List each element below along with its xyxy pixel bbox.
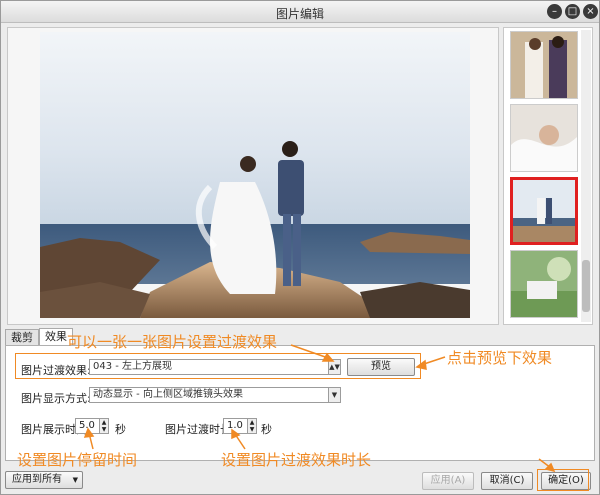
annotation-transition-duration: 设置图片过渡效果时长: [221, 451, 372, 469]
thumbnail-list: [503, 27, 593, 325]
annotation-one-by-one: 可以一张一张图片设置过渡效果: [67, 333, 278, 351]
window-title: 图片编辑: [275, 7, 324, 21]
minimize-icon[interactable]: –: [547, 4, 562, 19]
apply-to-all-label: 应用到所有: [12, 474, 62, 485]
annotation-preview: 点击预览下效果: [447, 349, 553, 367]
display-time-stepper[interactable]: 5.0 ▲ ▼: [75, 418, 109, 434]
thumbnail-scrollbar[interactable]: [581, 30, 591, 322]
annotation-stay-time: 设置图片停留时间: [17, 451, 138, 469]
transition-time-value: 1.0: [227, 420, 243, 431]
title-bar: 图片编辑 – □ ×: [1, 1, 599, 23]
photo-edit-window: 图片编辑 – □ × 裁剪 效果 图片过渡效果: 043 - 左上方展现 ▲▼ …: [0, 0, 600, 495]
chevron-down-icon: ▼: [72, 476, 78, 484]
maximize-icon[interactable]: □: [565, 4, 580, 19]
tab-crop[interactable]: 裁剪: [5, 329, 39, 346]
thumbnail-4[interactable]: [510, 250, 578, 318]
transition-highlight-box: [15, 353, 421, 379]
cancel-button[interactable]: 取消(C): [481, 472, 533, 490]
apply-button[interactable]: 应用(A): [422, 472, 474, 490]
transition-time-unit: 秒: [261, 423, 272, 436]
display-mode-select[interactable]: 动态显示 - 向上侧区域推镜头效果 ▼: [89, 387, 341, 403]
display-time-unit: 秒: [115, 423, 126, 436]
close-icon[interactable]: ×: [583, 4, 598, 19]
transition-time-stepper[interactable]: 1.0 ▲ ▼: [223, 418, 257, 434]
ok-highlight-box: [537, 469, 589, 491]
thumbnail-3-selected[interactable]: [510, 177, 578, 245]
thumbnail-1[interactable]: [510, 31, 578, 99]
display-time-value: 5.0: [79, 420, 95, 431]
display-mode-value: 动态显示 - 向上侧区域推镜头效果: [93, 389, 243, 400]
thumbnail-2[interactable]: [510, 104, 578, 172]
stepper-arrows-icon[interactable]: ▲ ▼: [247, 419, 256, 433]
apply-to-all-dropdown[interactable]: 应用到所有 ▼: [5, 471, 83, 489]
scrollbar-thumb[interactable]: [582, 260, 590, 312]
preview-image: [40, 32, 470, 318]
chevron-down-icon[interactable]: ▼: [328, 388, 340, 402]
stepper-arrows-icon[interactable]: ▲ ▼: [99, 419, 108, 433]
photo-preview-area: [7, 27, 499, 325]
display-mode-label: 图片显示方式:: [21, 392, 91, 405]
